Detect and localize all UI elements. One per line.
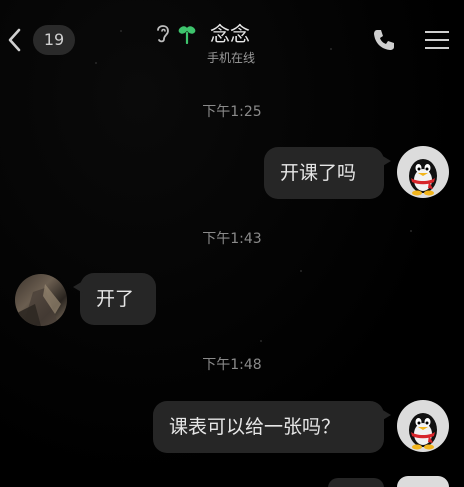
message-timestamp: 下午1:43 [202,231,262,247]
chevron-left-icon [8,28,21,52]
message-bubble-outgoing[interactable]: 课表可以给一张吗？ [153,401,391,453]
background-speck [260,340,262,342]
ear-icon [157,25,169,43]
chat-header: 19 念念 手机在线 [0,0,464,78]
sprout-icon [178,26,196,44]
menu-button[interactable] [425,27,451,53]
my-avatar-partial[interactable] [397,476,449,487]
menu-line [425,39,449,41]
contact-name: 念念 [210,22,250,46]
my-avatar[interactable] [397,400,449,452]
contact-avatar[interactable] [15,274,67,326]
phone-icon [374,30,394,50]
my-avatar[interactable] [397,146,449,198]
message-timestamp: 下午1:48 [202,357,262,373]
back-button[interactable] [4,24,26,56]
message-bubble-outgoing[interactable]: 开课了吗 [264,147,391,199]
message-bubble-incoming[interactable]: 开了 [73,273,156,325]
photo-avatar-icon [15,284,61,326]
background-speck [300,270,302,272]
penguin-avatar-icon [409,413,437,450]
message-timestamp: 下午1:25 [202,104,262,120]
unread-count-badge[interactable]: 19 [33,25,75,55]
chat-title[interactable]: 念念 手机在线 [150,18,330,68]
message-bubble-outgoing-partial[interactable] [328,478,391,487]
call-button[interactable] [370,26,398,54]
menu-line [425,31,449,33]
penguin-avatar-icon [409,159,437,196]
chat-screen: 19 念念 手机在线 下午1:25 开课了吗 下午1:43 开了 下午1:48 … [0,0,464,487]
online-status: 手机在线 [207,51,256,65]
menu-line [425,47,449,49]
